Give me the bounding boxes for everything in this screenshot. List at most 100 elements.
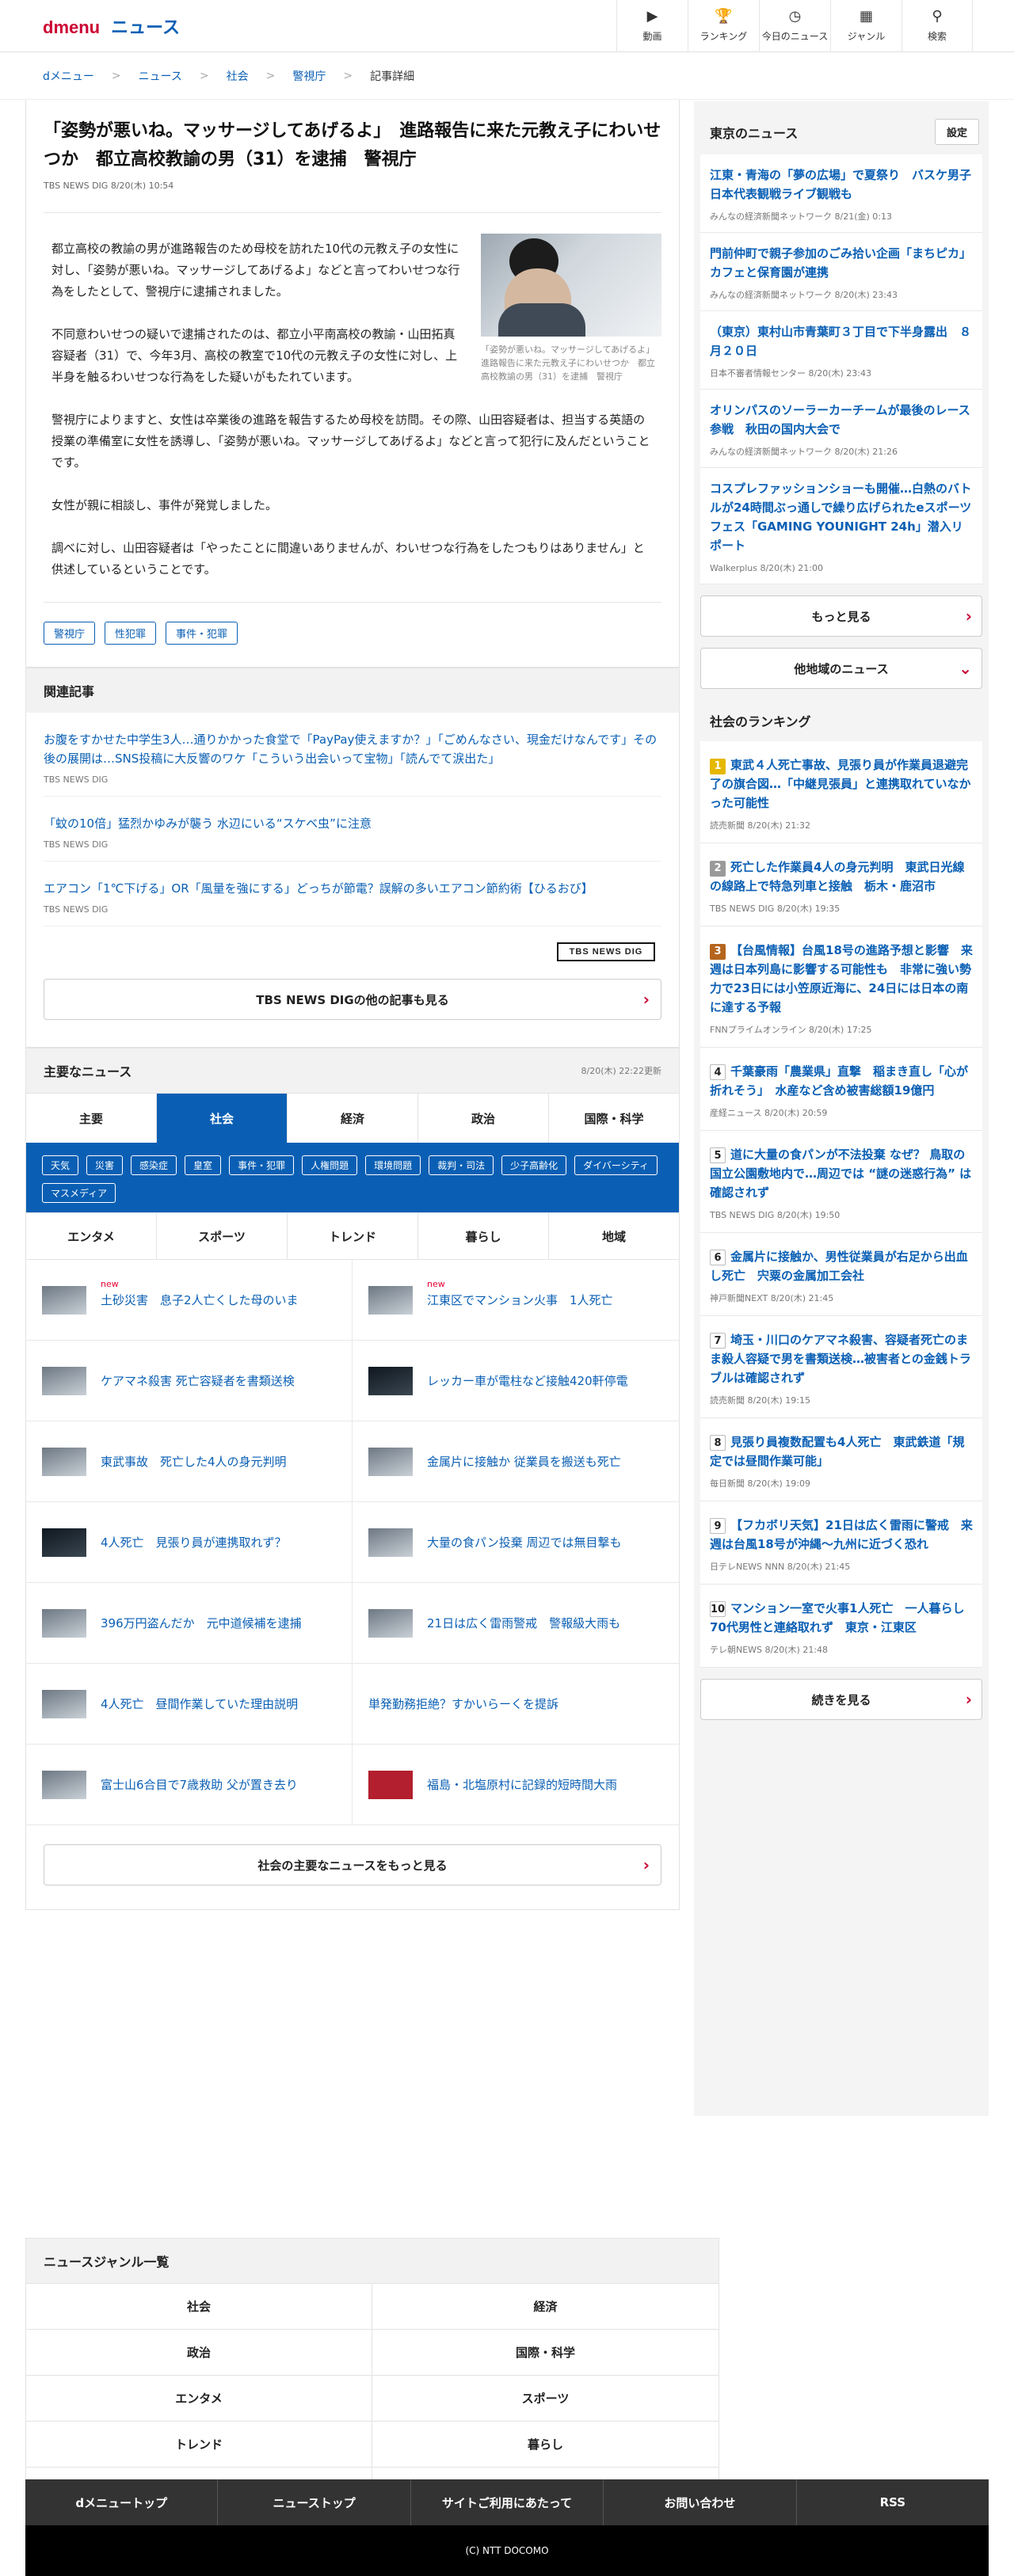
tag-link[interactable]: 事件・犯罪 [166, 622, 238, 645]
news-thumbnail[interactable] [42, 1770, 86, 1799]
tbs-news-dig-logo[interactable]: TBS NEWS DIG [557, 942, 655, 961]
major-news-item[interactable]: 金属片に接触か 従業員を搬送も死亡 [353, 1421, 679, 1502]
subtab-justice[interactable]: 裁判・司法 [429, 1155, 494, 1175]
society-more-button[interactable]: 社会の主要なニュースをもっと見る › [44, 1844, 661, 1885]
major-news-title[interactable]: 4人死亡 見張り員が連携取れず？ [101, 1534, 287, 1551]
subtab-human-rights[interactable]: 人権問題 [302, 1155, 358, 1175]
breadcrumb-dmenu[interactable]: dメニュー [43, 68, 94, 84]
ranking-title-row[interactable]: 9 【フカボリ天気】21日は広く雷雨に警戒 来週は台風18号が沖縄〜九州に近づく恐… [710, 1516, 973, 1554]
major-news-title[interactable]: 21日は広く雷雨警戒 警報級大雨も [427, 1615, 620, 1631]
tab-life[interactable]: 暮らし [418, 1213, 549, 1259]
tokyo-news-item[interactable]: （東京）東村山市青葉町３丁目で下半身露出 ８月２０日 日本不審者情報センター 8/… [700, 311, 982, 390]
related-title[interactable]: お腹をすかせた中学生3人…通りかかった食堂で「PayPay使えますか？」「ごめん… [44, 730, 661, 768]
breadcrumb-society[interactable]: 社会 [227, 68, 249, 84]
tokyo-news-item[interactable]: コスプレファッションショーも開催…白熱のバトルが24時間ぶっ通しで繰り広げられた… [700, 468, 982, 584]
footer-link[interactable]: RSS [797, 2479, 989, 2525]
ranking-title[interactable]: 東武４人死亡事故、見張り員が作業員退避完了の旗合図…「中継見張員」と連携取れてい… [710, 758, 971, 810]
subtab-aging[interactable]: 少子高齢化 [501, 1155, 567, 1175]
major-news-title[interactable]: ケアマネ殺害 死亡容疑者を書類送検 [101, 1372, 295, 1389]
major-news-title[interactable]: 東武事故 死亡した4人の身元判明 [101, 1453, 287, 1470]
major-news-title[interactable]: 金属片に接触か 従業員を搬送も死亡 [427, 1453, 621, 1470]
tokyo-news-title[interactable]: 江東・青海の「夢の広場」で夏祭り バスケ男子日本代表観戦ライブ観戦も [710, 166, 973, 204]
footer-link[interactable]: サイトご利用にあたって [411, 2479, 604, 2525]
tab-society[interactable]: 社会 [157, 1094, 288, 1143]
ranking-title[interactable]: 道に大量の食パンが不法投棄 なぜ？ 鳥取の国立公園敷地内で…周辺では “謎の迷惑… [710, 1147, 971, 1200]
genre-link[interactable]: 政治 [26, 2329, 372, 2375]
ranking-title-row[interactable]: 3 【台風情報】台風18号の進路予想と影響 来週は日本列島に影響する可能性も 非常… [710, 941, 973, 1017]
genre-link[interactable]: トレンド [26, 2421, 372, 2467]
major-news-item[interactable]: 21日は広く雷雨警戒 警報級大雨も [353, 1583, 679, 1664]
tokyo-news-title[interactable]: 門前仲町で親子参加のごみ拾い企画「まちピカ」 カフェと保育園が連携 [710, 244, 978, 282]
major-news-title[interactable]: 富士山6合目で7歳救助 父が置き去り [101, 1776, 298, 1793]
nav-today[interactable]: ◷ 今日のニュース [759, 0, 830, 52]
news-thumbnail[interactable] [368, 1366, 413, 1395]
ranking-title-row[interactable]: 1 東武４人死亡事故、見張り員が作業員退避完了の旗合図…「中継見張員」と連携取れて… [710, 755, 973, 812]
ranking-title-row[interactable]: 2 死亡した作業員4人の身元判明 東武日光線の線路上で特急列車と接触 栃木・鹿沼市 [710, 858, 973, 896]
tab-economy[interactable]: 経済 [288, 1094, 418, 1143]
related-item[interactable]: 「蚊の10倍」猛烈かゆみが襲う 水辺にいる“スケベ虫”に注意 TBS NEWS D… [44, 797, 661, 862]
news-thumbnail[interactable] [42, 1608, 86, 1638]
tag-link[interactable]: 性犯罪 [105, 622, 157, 645]
major-news-item[interactable]: レッカー車が電柱など接触420軒停電 [353, 1341, 679, 1421]
ranking-title[interactable]: 千葉豪雨「農業県」直撃 稲まき直し「心が折れそう」 水産など含め被害総額19億円 [710, 1064, 968, 1098]
ranking-title-row[interactable]: 5 道に大量の食パンが不法投棄 なぜ？ 鳥取の国立公園敷地内で…周辺では “謎の迷… [710, 1145, 973, 1202]
subtab-imperial[interactable]: 皇室 [185, 1155, 222, 1175]
ranking-item[interactable]: 8 見張り員複数配置も4人死亡 東武鉄道「規定では昼間作業可能」 毎日新聞 8/20… [700, 1418, 982, 1501]
major-news-title[interactable]: 大量の食パン投棄 周辺では無目撃も [427, 1534, 622, 1551]
major-news-item[interactable]: 福島・北塩原村に記録的短時間大雨 [353, 1745, 679, 1825]
tab-politics[interactable]: 政治 [418, 1094, 549, 1143]
footer-link[interactable]: お問い合わせ [604, 2479, 797, 2525]
genre-link[interactable]: 経済 [372, 2283, 719, 2329]
footer-link[interactable]: ニューストップ [218, 2479, 411, 2525]
article-photo[interactable] [481, 234, 661, 337]
tokyo-news-title[interactable]: オリンパスのソーラーカーチームが最後のレース参戦 秋田の国内大会で [710, 401, 973, 439]
news-thumbnail[interactable] [42, 1528, 86, 1557]
tokyo-news-title[interactable]: コスプレファッションショーも開催…白熱のバトルが24時間ぶっ通しで繰り広げられた… [710, 479, 973, 555]
major-news-link[interactable]: new 土砂災害 息子2人亡くした母のいま [101, 1279, 299, 1308]
site-logo[interactable]: dmenu ニュース [43, 13, 180, 39]
subtab-crime[interactable]: 事件・犯罪 [229, 1155, 295, 1175]
tab-entertainment[interactable]: エンタメ [26, 1213, 157, 1259]
breadcrumb-police[interactable]: 警視庁 [292, 68, 326, 84]
subtab-media[interactable]: マスメディア [42, 1183, 116, 1203]
tokyo-news-item[interactable]: 江東・青海の「夢の広場」で夏祭り バスケ男子日本代表観戦ライブ観戦も みんなの経済… [700, 154, 982, 233]
subtab-disaster[interactable]: 災害 [86, 1155, 124, 1175]
ranking-item[interactable]: 2 死亡した作業員4人の身元判明 東武日光線の線路上で特急列車と接触 栃木・鹿沼市… [700, 843, 982, 927]
major-news-title[interactable]: 福島・北塩原村に記録的短時間大雨 [427, 1776, 617, 1793]
subtab-diversity[interactable]: ダイバーシティ [574, 1155, 658, 1175]
major-news-item[interactable]: 東武事故 死亡した4人の身元判明 [26, 1421, 353, 1502]
tokyo-news-item[interactable]: オリンパスのソーラーカーチームが最後のレース参戦 秋田の国内大会で みんなの経済新… [700, 390, 982, 468]
nav-genre[interactable]: ▦ ジャンル [830, 0, 902, 52]
other-region-button[interactable]: 他地域のニュース ⌄ [700, 648, 982, 689]
ranking-title-row[interactable]: 8 見張り員複数配置も4人死亡 東武鉄道「規定では昼間作業可能」 [710, 1433, 973, 1471]
ranking-item[interactable]: 9 【フカボリ天気】21日は広く雷雨に警戒 来週は台風18号が沖縄〜九州に近づく恐… [700, 1501, 982, 1585]
ranking-item[interactable]: 10 マンション一室で火事1人死亡 一人暮らし70代男性と連絡取れず 東京・江東区… [700, 1585, 982, 1668]
tbs-more-button[interactable]: TBS NEWS DIGの他の記事も見る › [44, 979, 661, 1020]
news-thumbnail[interactable] [368, 1285, 413, 1315]
news-thumbnail[interactable] [368, 1608, 413, 1638]
major-news-item[interactable]: 大量の食パン投棄 周辺では無目撃も [353, 1502, 679, 1583]
ranking-title-row[interactable]: 7 埼玉・川口のケアマネ殺害、容疑者死亡のまま殺人容疑で男を書類送検…被害者との金… [710, 1330, 973, 1387]
genre-link[interactable]: 国際・科学 [372, 2329, 719, 2375]
tab-sports[interactable]: スポーツ [157, 1213, 288, 1259]
news-thumbnail[interactable] [368, 1447, 413, 1476]
news-thumbnail[interactable] [42, 1689, 86, 1718]
related-item[interactable]: エアコン「1℃下げる」OR「風量を強にする」どっちが節電？誤解の多いエアコン節約… [44, 862, 661, 927]
dmenu-logo[interactable]: dmenu [43, 17, 100, 38]
ranking-item[interactable]: 4 千葉豪雨「農業県」直撃 稲まき直し「心が折れそう」 水産など含め被害総額19億… [700, 1048, 982, 1131]
major-news-item[interactable]: 396万円盗んだか 元中道候補を逮捕 [26, 1583, 353, 1664]
ranking-item[interactable]: 6 金属片に接触か、男性従業員が右足から出血し死亡 宍粟の金属加工会社 神戸新聞NE… [700, 1233, 982, 1316]
major-news-title[interactable]: 4人死亡 昼間作業していた理由説明 [101, 1695, 298, 1712]
nav-search[interactable]: ⚲ 検索 [902, 0, 973, 52]
news-logo[interactable]: ニュース [111, 13, 180, 39]
ranking-more-button[interactable]: 続きを見る › [700, 1679, 982, 1720]
ranking-item[interactable]: 7 埼玉・川口のケアマネ殺害、容疑者死亡のまま殺人容疑で男を書類送検…被害者との金… [700, 1316, 982, 1418]
tab-trend[interactable]: トレンド [288, 1213, 418, 1259]
genre-link[interactable]: スポーツ [372, 2375, 719, 2421]
tokyo-more-button[interactable]: もっと見る › [700, 595, 982, 637]
tokyo-news-item[interactable]: 門前仲町で親子参加のごみ拾い企画「まちピカ」 カフェと保育園が連携 みんなの経済新… [700, 233, 982, 311]
major-news-item[interactable]: 4人死亡 昼間作業していた理由説明 [26, 1664, 353, 1745]
subtab-environment[interactable]: 環境問題 [365, 1155, 421, 1175]
major-news-item[interactable]: 単発勤務拒絶？すかいらーくを提訴 [353, 1664, 679, 1745]
news-thumbnail[interactable] [368, 1528, 413, 1557]
